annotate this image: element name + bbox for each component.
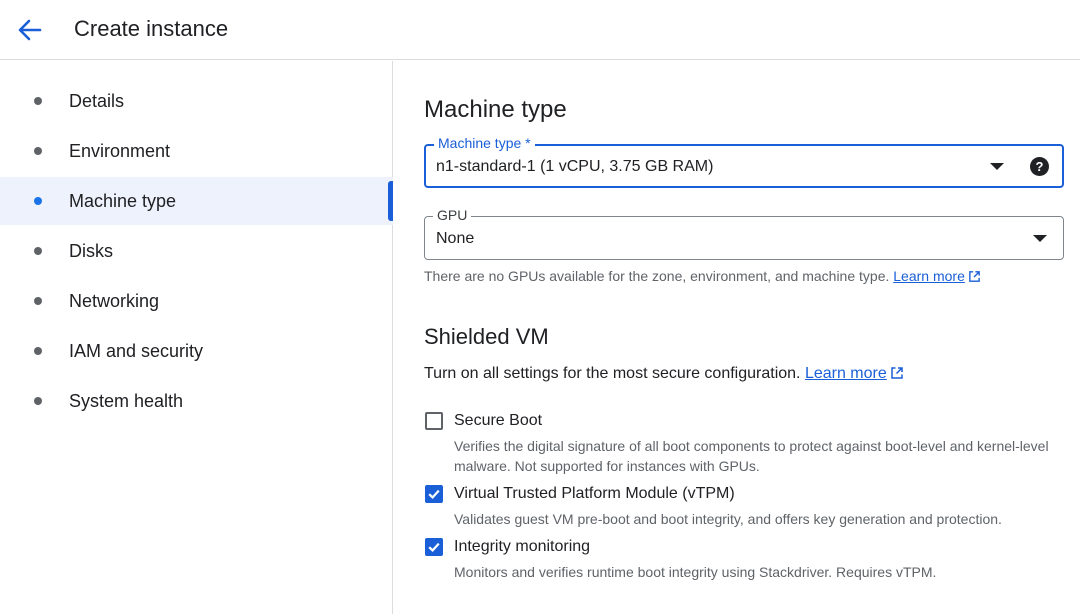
help-icon[interactable]: ? — [1030, 157, 1049, 176]
vtpm-description: Validates guest VM pre-boot and boot int… — [454, 511, 1002, 527]
bullet-icon — [34, 347, 42, 355]
shielded-vm-description-text: Turn on all settings for the most secure… — [424, 365, 801, 382]
secure-boot-label: Secure Boot — [454, 412, 543, 429]
sidebar-item-system-health[interactable]: System health — [0, 377, 393, 425]
bullet-icon — [34, 247, 42, 255]
sidebar-item-machine-type[interactable]: Machine type — [0, 177, 393, 225]
integrity-monitoring-description: Monitors and verifies runtime boot integ… — [454, 564, 937, 580]
main-content: Machine type Machine type * n1-standard-… — [394, 61, 1080, 614]
page-title: Create instance — [74, 16, 229, 41]
secure-boot-checkbox[interactable] — [425, 412, 443, 430]
external-link-icon — [969, 271, 980, 282]
bullet-icon — [34, 197, 42, 205]
sidebar-item-label: Details — [69, 91, 125, 111]
sidebar-item-label: Machine type — [69, 191, 177, 211]
checkmark-icon — [428, 542, 440, 552]
sidebar-item-environment[interactable]: Environment — [0, 127, 393, 175]
bullet-icon — [34, 397, 42, 405]
gpu-learn-more-link[interactable]: Learn more — [893, 268, 965, 284]
shielded-vm-learn-more-link[interactable]: Learn more — [805, 365, 887, 382]
gpu-select[interactable]: GPU None — [424, 207, 1064, 260]
shielded-vm-description: Turn on all settings for the most secure… — [424, 364, 904, 384]
secure-boot-description: Verifies the digital signature of all bo… — [454, 438, 1049, 474]
vtpm-label: Virtual Trusted Platform Module (vTPM) — [454, 485, 735, 502]
bullet-icon — [34, 147, 42, 155]
sidebar-item-label: Disks — [69, 241, 113, 261]
section-title: Machine type — [424, 96, 567, 123]
sidebar-item-label: Environment — [69, 141, 171, 161]
machine-type-select[interactable]: Machine type * n1-standard-1 (1 vCPU, 3.… — [424, 135, 1064, 188]
bullet-icon — [34, 97, 42, 105]
machine-type-value: n1-standard-1 (1 vCPU, 3.75 GB RAM) — [436, 158, 714, 175]
gpu-hint: There are no GPUs available for the zone… — [424, 267, 981, 285]
integrity-monitoring-checkbox[interactable] — [425, 538, 443, 556]
sidebar-item-label: IAM and security — [69, 341, 204, 361]
vtpm-checkbox[interactable] — [425, 485, 443, 503]
back-button[interactable] — [14, 14, 46, 46]
active-indicator — [388, 181, 393, 221]
caret-down-icon — [1033, 235, 1047, 242]
machine-type-label: Machine type * — [434, 135, 535, 151]
gpu-hint-text: There are no GPUs available for the zone… — [424, 268, 890, 284]
sidebar-nav: Details Environment Machine type Disks N… — [0, 61, 393, 614]
checkmark-icon — [428, 489, 440, 499]
caret-down-icon — [990, 163, 1004, 170]
sidebar-item-details[interactable]: Details — [0, 77, 393, 125]
gpu-label: GPU — [433, 207, 472, 223]
arrow-left-icon — [18, 19, 42, 41]
sidebar-item-label: System health — [69, 391, 184, 411]
sidebar-item-label: Networking — [69, 291, 160, 311]
top-bar: Create instance — [0, 0, 1080, 60]
sidebar-item-disks[interactable]: Disks — [0, 227, 393, 275]
shielded-vm-title: Shielded VM — [424, 324, 549, 349]
sidebar-item-networking[interactable]: Networking — [0, 277, 393, 325]
integrity-monitoring-label: Integrity monitoring — [454, 538, 591, 555]
gpu-value: None — [436, 230, 475, 247]
sidebar-item-iam-and-security[interactable]: IAM and security — [0, 327, 393, 375]
bullet-icon — [34, 297, 42, 305]
external-link-icon — [891, 367, 903, 379]
